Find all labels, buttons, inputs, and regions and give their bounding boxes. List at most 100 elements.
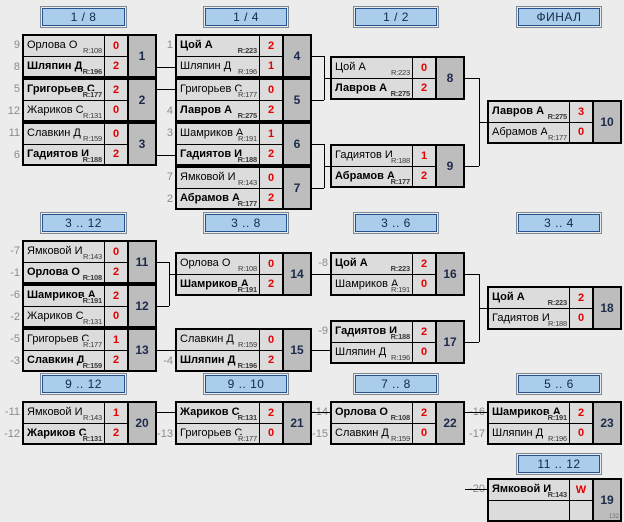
match-row[interactable]: Гадиятов И R:188 1 [332,146,435,167]
match-box[interactable]: Ямковой И R:143 0 Абрамов А R:177 2 7 [175,166,312,210]
player-name-cell[interactable]: Григорьев С R:177 [177,80,260,100]
match-row[interactable]: Славкин Д R:159 0 [177,330,282,351]
match-row[interactable]: Шляпин Д R:196 0 [489,423,592,443]
match-row[interactable]: Славкин Д R:159 0 [24,124,127,145]
match-box[interactable]: Орлова О R:108 2 Славкин Д R:159 0 22 [330,401,465,445]
player-name-cell[interactable]: Цой А R:223 [177,36,260,56]
player-name-cell[interactable]: Григорьев С R:177 [177,423,260,443]
round-header[interactable]: 3 .. 6 [353,212,439,234]
match-row[interactable]: Гадиятов И R:188 2 [177,144,282,164]
match-box[interactable]: Шамриков А R:191 2 Шляпин Д R:196 0 23 [487,401,622,445]
player-name-cell[interactable]: Шляпин Д R:196 [177,56,260,76]
player-name-cell[interactable]: Гадиятов И R:188 [489,308,570,328]
player-name-cell[interactable]: Шамриков А R:191 [177,124,260,144]
match-box[interactable]: Ямковой И R:143 1 Жариков С R:131 2 20 [22,401,157,445]
player-name-cell[interactable]: Славкин Д R:159 [24,350,105,370]
round-header[interactable]: 9 .. 10 [203,373,289,395]
match-row[interactable]: Гадиятов И R:188 2 [332,322,435,343]
player-name-cell[interactable]: Шамриков А R:191 [177,274,260,294]
player-name-cell[interactable]: Ямковой И R:143 [177,168,260,188]
match-row[interactable]: Абрамов А R:177 2 [332,166,435,186]
round-header[interactable]: 1 / 4 [203,6,289,28]
match-row[interactable]: Славкин Д R:159 0 [332,423,435,443]
player-name-cell[interactable]: Лавров А R:275 [177,100,260,120]
match-row[interactable]: Жариков С R:131 2 [24,423,127,443]
match-row[interactable]: Орлова О R:108 2 [24,262,127,282]
match-row[interactable]: Цой А R:223 0 [332,58,435,79]
player-name-cell[interactable]: Григорьев С R:177 [24,80,105,100]
round-header[interactable]: 1 / 8 [40,6,127,28]
match-row[interactable]: Ямковой И R:143 1 [24,403,127,424]
player-name-cell[interactable]: Шляпин Д R:196 [332,342,413,362]
match-row[interactable]: Шляпин Д R:196 2 [177,350,282,370]
match-row[interactable]: Гадиятов И R:188 0 [489,308,592,328]
match-row[interactable]: Жариков С R:131 2 [177,403,282,424]
player-name-cell[interactable]: Славкин Д R:159 [177,330,260,350]
match-box[interactable]: Славкин Д R:159 0 Шляпин Д R:196 2 15 [175,328,312,372]
match-row[interactable]: Шамриков А R:191 2 [177,274,282,294]
player-name-cell[interactable]: Жариков С R:131 [24,100,105,120]
player-name-cell[interactable]: Шляпин Д R:196 [177,350,260,370]
match-row[interactable]: Шляпин Д R:196 2 [24,56,127,76]
player-name-cell[interactable]: Шамриков А R:191 [24,286,105,306]
match-box[interactable]: Григорьев С R:177 2 Жариков С R:131 0 2 [22,78,157,122]
round-header[interactable]: 1 / 2 [353,6,439,28]
player-name-cell[interactable]: Абрамов А R:177 [489,122,570,142]
player-name-cell[interactable]: Цой А R:223 [332,254,413,274]
match-box[interactable]: Цой А R:223 2 Шамриков А R:191 0 16 [330,252,465,296]
match-row[interactable]: Цой А R:223 2 [332,254,435,275]
match-box[interactable]: Ямковой И R:143 0 Орлова О R:108 2 11 [22,240,157,284]
player-name-cell[interactable]: Абрамов А R:177 [177,188,260,208]
match-row[interactable]: Шамриков А R:191 0 [332,274,435,294]
player-name-cell[interactable]: Цой А R:223 [489,288,570,308]
round-header[interactable]: 3 .. 4 [516,212,602,234]
match-box[interactable]: Цой А R:223 0 Лавров А R:275 2 8 [330,56,465,100]
match-row[interactable]: Абрамов А R:177 2 [177,188,282,208]
player-name-cell[interactable] [489,500,570,520]
match-row[interactable]: Орлова О R:108 0 [24,36,127,57]
match-box[interactable]: Цой А R:223 2 Гадиятов И R:188 0 18 [487,286,622,330]
player-name-cell[interactable]: Шляпин Д R:196 [24,56,105,76]
player-name-cell[interactable]: Григорьев С R:177 [24,330,105,350]
player-name-cell[interactable]: Шамриков А R:191 [332,274,413,294]
match-row[interactable]: Абрамов А R:177 0 [489,122,592,142]
match-row[interactable]: Григорьев С R:177 0 [177,80,282,101]
player-name-cell[interactable]: Орлова О R:108 [24,262,105,282]
match-row[interactable]: Ямковой И R:143 0 [177,168,282,189]
match-row[interactable]: Шляпин Д R:196 0 [332,342,435,362]
match-box[interactable]: Григорьев С R:177 1 Славкин Д R:159 2 13 [22,328,157,372]
player-name-cell[interactable]: Цой А R:223 [332,58,413,78]
player-name-cell[interactable]: Орлова О R:108 [24,36,105,56]
player-name-cell[interactable]: Ямковой И R:143 [24,242,105,262]
match-row[interactable]: Жариков С R:131 0 [24,306,127,326]
match-row[interactable]: Шамриков А R:191 2 [489,403,592,424]
player-name-cell[interactable]: Жариков С R:131 [177,403,260,423]
match-row[interactable]: Гадиятов И R:188 2 [24,144,127,164]
match-box[interactable]: Гадиятов И R:188 1 Абрамов А R:177 2 9 [330,144,465,188]
round-header[interactable]: 5 .. 6 [516,373,602,395]
player-name-cell[interactable]: Славкин Д R:159 [24,124,105,144]
player-name-cell[interactable]: Орлова О R:108 [332,403,413,423]
round-header[interactable]: 9 .. 12 [40,373,127,395]
round-header[interactable]: 7 .. 8 [353,373,439,395]
match-row[interactable]: Шамриков А R:191 2 [24,286,127,307]
player-name-cell[interactable]: Лавров А R:275 [332,78,413,98]
match-box[interactable]: Орлова О R:108 0 Шамриков А R:191 2 14 [175,252,312,296]
match-row[interactable]: Орлова О R:108 0 [177,254,282,275]
match-row[interactable]: Цой А R:223 2 [489,288,592,309]
player-name-cell[interactable]: Гадиятов И R:188 [24,144,105,164]
player-name-cell[interactable]: Гадиятов И R:188 [332,146,413,166]
match-row[interactable]: Шамриков А R:191 1 [177,124,282,145]
player-name-cell[interactable]: Лавров А R:275 [489,102,570,122]
match-box[interactable]: Лавров А R:275 3 Абрамов А R:177 0 10 [487,100,622,144]
match-box[interactable]: Ямковой И R:143 W 19 132 [487,478,622,522]
match-row[interactable]: Лавров А R:275 2 [177,100,282,120]
match-row[interactable]: Орлова О R:108 2 [332,403,435,424]
player-name-cell[interactable]: Гадиятов И R:188 [177,144,260,164]
match-row[interactable]: Лавров А R:275 3 [489,102,592,123]
match-row[interactable]: Лавров А R:275 2 [332,78,435,98]
match-row[interactable] [489,500,592,520]
match-row[interactable]: Григорьев С R:177 0 [177,423,282,443]
player-name-cell[interactable]: Гадиятов И R:188 [332,322,413,342]
round-header[interactable]: 3 .. 8 [203,212,289,234]
